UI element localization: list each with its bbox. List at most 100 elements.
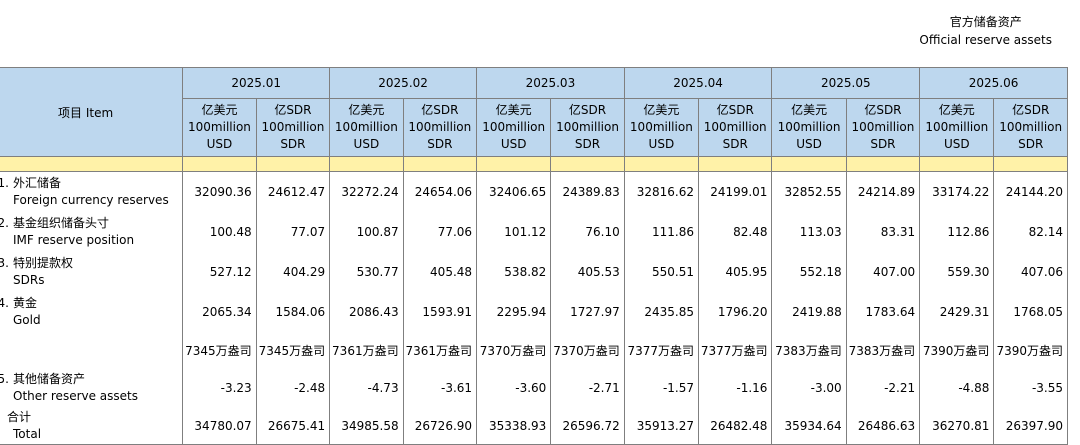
value-cell: -1.57 <box>623 368 700 408</box>
value-cell: -2.21 <box>845 368 921 408</box>
value-cell: 77.07 <box>255 212 331 252</box>
total-cell: 35913.27 <box>623 408 700 445</box>
row-label: 1.外汇储备 Foreign currency reserves <box>0 171 184 212</box>
gold-ounces-cell: 7345万盎司 <box>255 332 331 368</box>
value-cell: 32090.36 <box>182 171 257 212</box>
value-cell: 32406.65 <box>476 171 552 212</box>
table-row: 1.外汇储备 Foreign currency reserves 32090.3… <box>0 171 1068 212</box>
value-cell: 2086.43 <box>329 292 404 332</box>
month-header: 2025.03 <box>476 67 625 99</box>
total-cell: 26596.72 <box>550 408 625 445</box>
value-cell: 2419.88 <box>771 292 847 332</box>
row-label: 4.黄金 Gold <box>0 292 184 332</box>
value-cell: 1593.91 <box>402 292 478 332</box>
value-cell: 24389.83 <box>550 171 625 212</box>
total-cell: 26726.90 <box>402 408 478 445</box>
value-cell: -1.16 <box>697 368 773 408</box>
total-cell: 26482.48 <box>697 408 773 445</box>
gold-ounces-cell: 7377万盎司 <box>697 332 773 368</box>
value-cell: -3.23 <box>182 368 257 408</box>
value-cell: 24612.47 <box>255 171 331 212</box>
value-cell: 2295.94 <box>476 292 552 332</box>
value-cell: 404.29 <box>255 252 331 292</box>
total-cell: 26397.90 <box>993 408 1068 445</box>
unit-sdr-header: 亿SDR 100million SDR <box>255 98 331 157</box>
value-cell: 1768.05 <box>993 292 1068 332</box>
total-cell: 34780.07 <box>182 408 257 445</box>
value-cell: -2.71 <box>550 368 625 408</box>
value-cell: 32852.55 <box>771 171 847 212</box>
value-cell: 1584.06 <box>255 292 331 332</box>
month-header-row: 项目 Item 2025.01 2025.02 2025.03 2025.04 … <box>0 67 1068 157</box>
value-cell: 111.86 <box>623 212 700 252</box>
value-cell: -3.00 <box>771 368 847 408</box>
value-cell: 405.95 <box>697 252 773 292</box>
value-cell: 550.51 <box>623 252 700 292</box>
gold-ounces-cell: 7383万盎司 <box>845 332 921 368</box>
row-label: 5.其他储备资产 Other reserve assets <box>0 368 184 408</box>
unit-sdr-header: 亿SDR 100million SDR <box>697 98 773 157</box>
gold-ounces-cell: 7361万盎司 <box>402 332 478 368</box>
month-header: 2025.01 <box>182 67 331 99</box>
gold-ounces-row: 7345万盎司 7345万盎司 7361万盎司 7361万盎司 7370万盎司 … <box>0 332 1068 368</box>
item-column-header: 项目 Item <box>0 67 184 157</box>
value-cell: -3.61 <box>402 368 478 408</box>
unit-sdr-header: 亿SDR 100million SDR <box>550 98 625 157</box>
value-cell: 527.12 <box>182 252 257 292</box>
gold-ounces-cell: 7390万盎司 <box>919 332 995 368</box>
table-row: 3.特别提款权 SDRs 527.12 404.29 530.77 405.48… <box>0 252 1068 292</box>
month-header: 2025.04 <box>623 67 773 99</box>
value-cell: 407.00 <box>845 252 921 292</box>
value-cell: 559.30 <box>919 252 995 292</box>
spacer-row <box>0 156 1068 172</box>
table-row: 4.黄金 Gold 2065.34 1584.06 2086.43 1593.9… <box>0 292 1068 332</box>
value-cell: 24199.01 <box>697 171 773 212</box>
row-label: 2.基金组织储备头寸 IMF reserve position <box>0 212 184 252</box>
value-cell: 2429.31 <box>919 292 995 332</box>
value-cell: -4.88 <box>919 368 995 408</box>
unit-usd-header: 亿美元 100million USD <box>771 98 847 157</box>
value-cell: 24214.89 <box>845 171 921 212</box>
value-cell: 530.77 <box>329 252 404 292</box>
value-cell: 33174.22 <box>919 171 995 212</box>
value-cell: 101.12 <box>476 212 552 252</box>
value-cell: 24144.20 <box>993 171 1068 212</box>
unit-sdr-header: 亿SDR 100million SDR <box>402 98 478 157</box>
unit-usd-header: 亿美元 100million USD <box>329 98 404 157</box>
value-cell: 405.48 <box>402 252 478 292</box>
unit-usd-header: 亿美元 100million USD <box>182 98 257 157</box>
value-cell: -2.48 <box>255 368 331 408</box>
value-cell: 1727.97 <box>550 292 625 332</box>
month-header: 2025.06 <box>919 67 1068 99</box>
table-row: 5.其他储备资产 Other reserve assets -3.23 -2.4… <box>0 368 1068 408</box>
value-cell: 538.82 <box>476 252 552 292</box>
value-cell: 32272.24 <box>329 171 404 212</box>
total-cell: 26486.63 <box>845 408 921 445</box>
row-label: 3.特别提款权 SDRs <box>0 252 184 292</box>
total-cell: 34985.58 <box>329 408 404 445</box>
unit-usd-header: 亿美元 100million USD <box>919 98 995 157</box>
value-cell: 82.14 <box>993 212 1068 252</box>
gold-ounces-cell: 7377万盎司 <box>623 332 700 368</box>
value-cell: 82.48 <box>697 212 773 252</box>
gold-ounces-cell: 7345万盎司 <box>182 332 257 368</box>
value-cell: 2435.85 <box>623 292 700 332</box>
month-header: 2025.05 <box>771 67 921 99</box>
gold-ounces-cell: 7390万盎司 <box>993 332 1068 368</box>
month-header: 2025.02 <box>329 67 478 99</box>
value-cell: -4.73 <box>329 368 404 408</box>
unit-usd-header: 亿美元 100million USD <box>623 98 700 157</box>
value-cell: 77.06 <box>402 212 478 252</box>
value-cell: 405.53 <box>550 252 625 292</box>
value-cell: 1783.64 <box>845 292 921 332</box>
document-header: 官方储备资产 Official reserve assets <box>919 13 1052 49</box>
unit-usd-header: 亿美元 100million USD <box>476 98 552 157</box>
value-cell: -3.55 <box>993 368 1068 408</box>
reserve-assets-table: 项目 Item 2025.01 2025.02 2025.03 2025.04 … <box>0 67 1068 445</box>
total-cell: 36270.81 <box>919 408 995 445</box>
value-cell: -3.60 <box>476 368 552 408</box>
value-cell: 113.03 <box>771 212 847 252</box>
gold-ounces-cell: 7370万盎司 <box>550 332 625 368</box>
value-cell: 32816.62 <box>623 171 700 212</box>
total-cell: 35934.64 <box>771 408 847 445</box>
